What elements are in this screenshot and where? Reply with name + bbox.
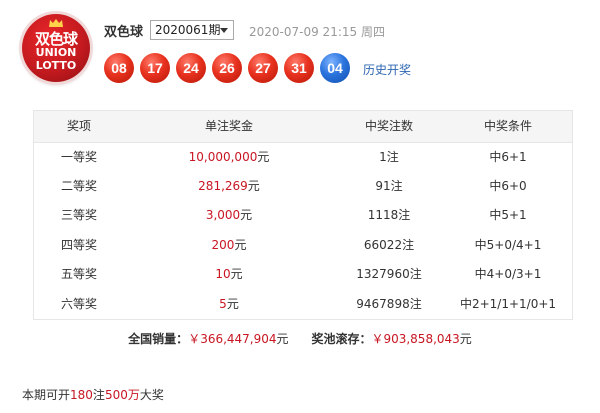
table-row: 三等奖 3,000元 1118注 中5+1	[34, 200, 572, 230]
prize-amount: 3,000元	[124, 200, 334, 230]
red-ball: 17	[140, 53, 170, 83]
prize-amount: 200元	[124, 230, 334, 260]
summary-prefix: 本期可开	[22, 388, 71, 402]
red-ball: 24	[176, 53, 206, 83]
pool-amount: ￥903,858,043	[371, 332, 460, 346]
amount-unit: 元	[240, 208, 253, 222]
blue-ball: 04	[320, 53, 350, 83]
amount-unit: 元	[247, 179, 260, 193]
lottery-logo: 双色球 UNION LOTTO	[22, 14, 90, 82]
header-level: 奖项	[66, 119, 91, 133]
sales-summary: 全国销量：￥366,447,904元 奖池滚存：￥903,858,043元	[0, 330, 600, 347]
winner-count: 91注	[375, 179, 403, 193]
logo-text-en-1: UNION	[35, 46, 77, 59]
amount-value: 281,269	[198, 179, 248, 193]
prize-level: 三等奖	[60, 208, 97, 222]
red-ball: 31	[284, 53, 314, 83]
table-header: 奖项 单注奖金 中奖注数 中奖条件	[34, 111, 572, 143]
summary-suffix: 大奖	[139, 388, 164, 402]
game-name: 双色球	[104, 25, 144, 40]
prize-amount: 10元	[124, 259, 334, 289]
issue-select[interactable]: 2020061期	[150, 20, 234, 40]
win-condition: 中6+0	[489, 179, 527, 193]
summary-mid: 注	[92, 388, 105, 402]
win-condition: 中2+1/1+1/0+1	[459, 297, 557, 311]
amount-value: 200	[211, 238, 235, 252]
table-row: 五等奖 10元 1327960注 中4+0/3+1	[34, 259, 572, 289]
logo-text-en-2: LOTTO	[35, 59, 77, 72]
sales-unit: 元	[276, 332, 289, 346]
table-row: 二等奖 281,269元 91注 中6+0	[34, 171, 572, 201]
draw-time: 2020-07-09 21:15 周四	[249, 25, 385, 39]
prize-level: 四等奖	[60, 238, 97, 252]
header-amount: 单注奖金	[204, 119, 253, 133]
prize-level: 二等奖	[60, 179, 97, 193]
win-condition: 中6+1	[489, 150, 527, 164]
red-ball: 08	[104, 53, 134, 83]
winner-count: 66022注	[363, 238, 415, 252]
prize-level: 五等奖	[60, 267, 97, 281]
amount-unit: 元	[226, 297, 239, 311]
winner-count: 1注	[379, 150, 399, 164]
table-row: 六等奖 5元 9467898注 中2+1/1+1/0+1	[34, 289, 572, 319]
history-draws-link[interactable]: 历史开奖	[363, 61, 411, 78]
table-row: 一等奖 10,000,000元 1注 中6+1	[34, 142, 572, 172]
winner-count: 1118注	[367, 208, 411, 222]
prize-amount: 10,000,000元	[124, 142, 334, 172]
sales-amount: ￥366,447,904	[188, 332, 277, 346]
prize-level: 六等奖	[60, 297, 97, 311]
red-ball: 26	[212, 53, 242, 83]
chevron-down-icon	[220, 28, 228, 33]
amount-value: 10,000,000	[188, 150, 258, 164]
issue-select-value: 2020061期	[155, 23, 221, 37]
amount-unit: 元	[257, 150, 270, 164]
amount-value: 5	[219, 297, 227, 311]
summary-count: 180	[70, 388, 93, 402]
amount-value: 3,000	[205, 208, 241, 222]
table-row: 四等奖 200元 66022注 中5+0/4+1	[34, 230, 572, 260]
header-count: 中奖注数	[364, 119, 413, 133]
win-condition: 中5+0/4+1	[474, 238, 542, 252]
header-condition: 中奖条件	[483, 119, 532, 133]
sales-label: 全国销量：	[128, 332, 189, 346]
amount-unit: 元	[234, 238, 247, 252]
red-ball: 27	[248, 53, 278, 83]
prize-table: 奖项 单注奖金 中奖注数 中奖条件 一等奖 10,000,000元 1注 中6+…	[33, 110, 573, 320]
jackpot-summary: 本期可开180注500万大奖	[22, 386, 164, 403]
pool-label: 奖池滚存：	[311, 332, 372, 346]
crown-icon	[49, 19, 63, 27]
win-condition: 中4+0/3+1	[474, 267, 542, 281]
prize-amount: 281,269元	[124, 171, 334, 201]
winner-count: 9467898注	[356, 297, 422, 311]
pool-unit: 元	[459, 332, 472, 346]
amount-value: 10	[215, 267, 231, 281]
winner-count: 1327960注	[356, 267, 422, 281]
win-condition: 中5+1	[489, 208, 527, 222]
prize-amount: 5元	[124, 289, 334, 319]
amount-unit: 元	[230, 267, 243, 281]
summary-amount: 500万	[104, 388, 140, 402]
prize-level: 一等奖	[60, 150, 97, 164]
